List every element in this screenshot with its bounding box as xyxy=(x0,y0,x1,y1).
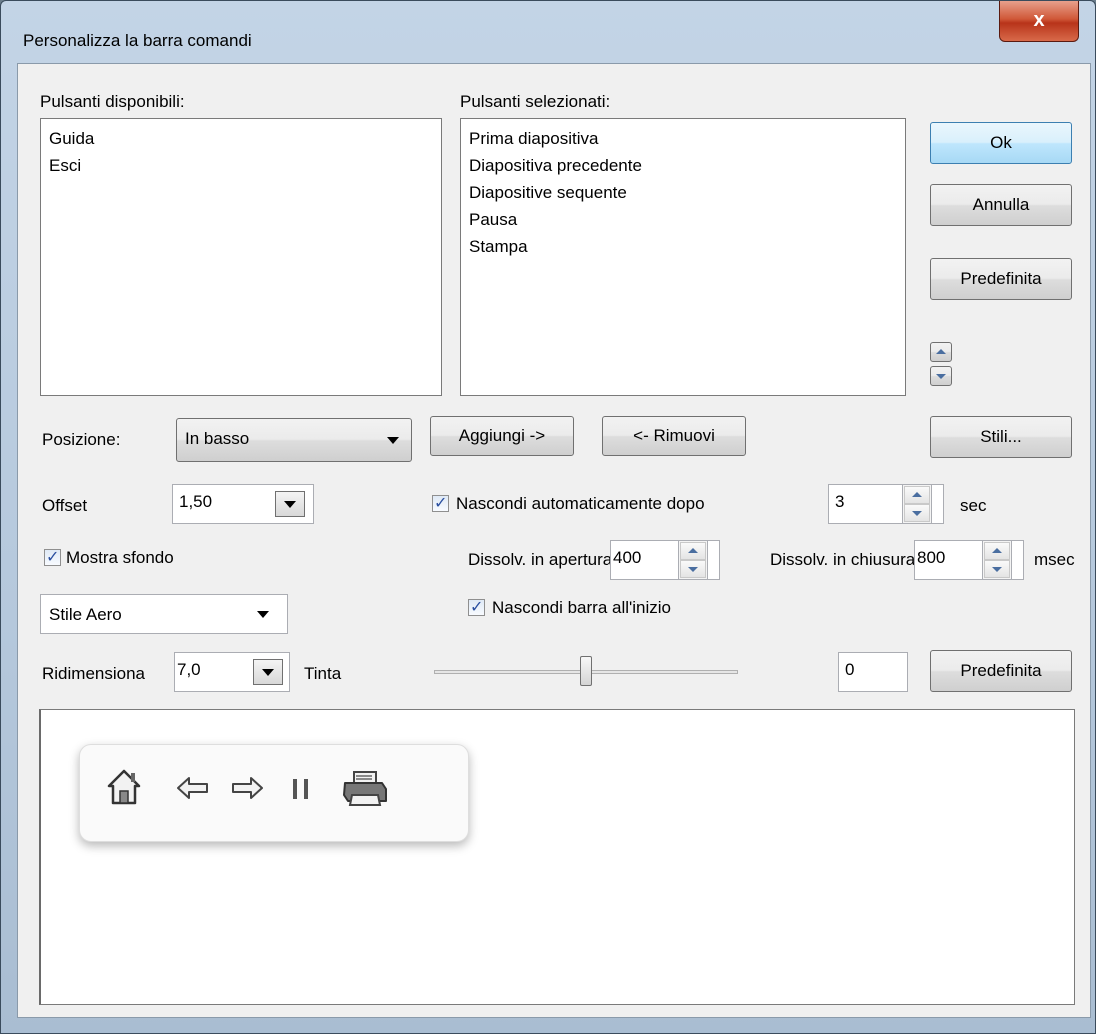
fade-in-value: 400 xyxy=(613,548,642,567)
fade-out-spinner[interactable] xyxy=(982,540,1012,580)
chevron-down-icon xyxy=(262,669,274,676)
list-item[interactable]: Esci xyxy=(49,152,441,179)
position-label: Posizione: xyxy=(42,430,121,449)
autohide-unit: sec xyxy=(960,496,987,515)
offset-field[interactable]: 1,50 xyxy=(172,484,314,524)
selected-buttons-label: Pulsanti selezionati: xyxy=(460,92,611,111)
ok-button[interactable]: Ok xyxy=(930,122,1072,164)
remove-button[interactable]: <- Rimuovi xyxy=(602,416,746,456)
list-item[interactable]: Stampa xyxy=(469,233,905,260)
spin-up-button[interactable] xyxy=(680,542,706,560)
fade-out-label: Dissolv. in chiusura xyxy=(770,550,914,569)
arrow-right-icon xyxy=(230,775,264,806)
dialog-window: Personalizza la barra comandi x Pulsanti… xyxy=(0,0,1096,1034)
selected-buttons-list[interactable]: Prima diapositiva Diapositiva precedente… xyxy=(460,118,906,396)
printer-icon xyxy=(342,769,388,814)
tint-slider-thumb[interactable] xyxy=(580,656,592,686)
offset-value: 1,50 xyxy=(179,492,213,511)
chevron-up-icon xyxy=(936,349,946,354)
available-buttons-label: Pulsanti disponibili: xyxy=(40,92,185,111)
preview-area xyxy=(39,709,1075,1005)
close-button[interactable]: x xyxy=(999,1,1079,42)
show-background-label: Mostra sfondo xyxy=(66,548,174,567)
toolbar-preview xyxy=(79,744,469,842)
list-item[interactable]: Guida xyxy=(49,125,441,152)
fade-out-value: 800 xyxy=(917,548,946,567)
fade-unit: msec xyxy=(1034,550,1075,569)
resize-dropdown-button[interactable] xyxy=(253,659,283,685)
autohide-label: Nascondi automaticamente dopo xyxy=(456,494,705,513)
tint-label: Tinta xyxy=(304,664,342,683)
tint-value: 0 xyxy=(845,660,855,679)
list-item[interactable]: Prima diapositiva xyxy=(469,125,905,152)
default-button-top[interactable]: Predefinita xyxy=(930,258,1072,300)
home-icon xyxy=(106,767,142,812)
chevron-down-icon xyxy=(284,501,296,508)
available-buttons-list[interactable]: Guida Esci xyxy=(40,118,442,396)
title-bar[interactable]: Personalizza la barra comandi x xyxy=(1,1,1095,63)
autohide-seconds-value: 3 xyxy=(835,492,845,511)
cancel-button[interactable]: Annulla xyxy=(930,184,1072,226)
chevron-down-icon xyxy=(387,437,399,444)
resize-field[interactable]: 7,0 xyxy=(174,652,290,692)
list-item[interactable]: Diapositiva precedente xyxy=(469,152,905,179)
pause-icon xyxy=(290,777,312,806)
chevron-down-icon xyxy=(912,511,922,516)
chevron-down-icon xyxy=(992,567,1002,572)
show-background-checkbox[interactable] xyxy=(44,547,61,566)
spin-down-button[interactable] xyxy=(904,504,930,522)
autohide-spinner[interactable] xyxy=(902,484,932,524)
spin-down-button[interactable] xyxy=(680,560,706,578)
list-item[interactable]: Diapositive sequente xyxy=(469,179,905,206)
position-select[interactable]: In basso xyxy=(176,418,412,462)
fade-in-label: Dissolv. in apertura xyxy=(468,550,610,569)
add-button[interactable]: Aggiungi -> xyxy=(430,416,574,456)
spin-up-button[interactable] xyxy=(984,542,1010,560)
chevron-down-icon xyxy=(936,374,946,379)
style-select-value: Stile Aero xyxy=(49,605,122,624)
chevron-up-icon xyxy=(992,548,1002,553)
resize-value: 7,0 xyxy=(177,660,201,679)
move-down-button[interactable] xyxy=(930,366,952,386)
chevron-down-icon xyxy=(257,611,269,618)
chevron-down-icon xyxy=(688,567,698,572)
chevron-up-icon xyxy=(912,492,922,497)
resize-label: Ridimensiona xyxy=(42,664,145,683)
hide-at-start-label: Nascondi barra all'inizio xyxy=(492,598,671,617)
fade-in-spinner[interactable] xyxy=(678,540,708,580)
offset-dropdown-button[interactable] xyxy=(275,491,305,517)
hide-at-start-checkbox[interactable] xyxy=(468,597,485,616)
style-select[interactable]: Stile Aero xyxy=(40,594,288,634)
default-button-bottom[interactable]: Predefinita xyxy=(930,650,1072,692)
window-title: Personalizza la barra comandi xyxy=(23,31,252,50)
list-item[interactable]: Pausa xyxy=(469,206,905,233)
spin-up-button[interactable] xyxy=(904,486,930,504)
arrow-left-icon xyxy=(176,775,210,806)
autohide-checkbox[interactable] xyxy=(432,493,449,512)
move-up-button[interactable] xyxy=(930,342,952,362)
tint-value-field[interactable]: 0 xyxy=(838,652,908,692)
position-select-value: In basso xyxy=(185,429,250,448)
spin-down-button[interactable] xyxy=(984,560,1010,578)
offset-label: Offset xyxy=(42,496,88,515)
chevron-up-icon xyxy=(688,548,698,553)
styles-button[interactable]: Stili... xyxy=(930,416,1072,458)
